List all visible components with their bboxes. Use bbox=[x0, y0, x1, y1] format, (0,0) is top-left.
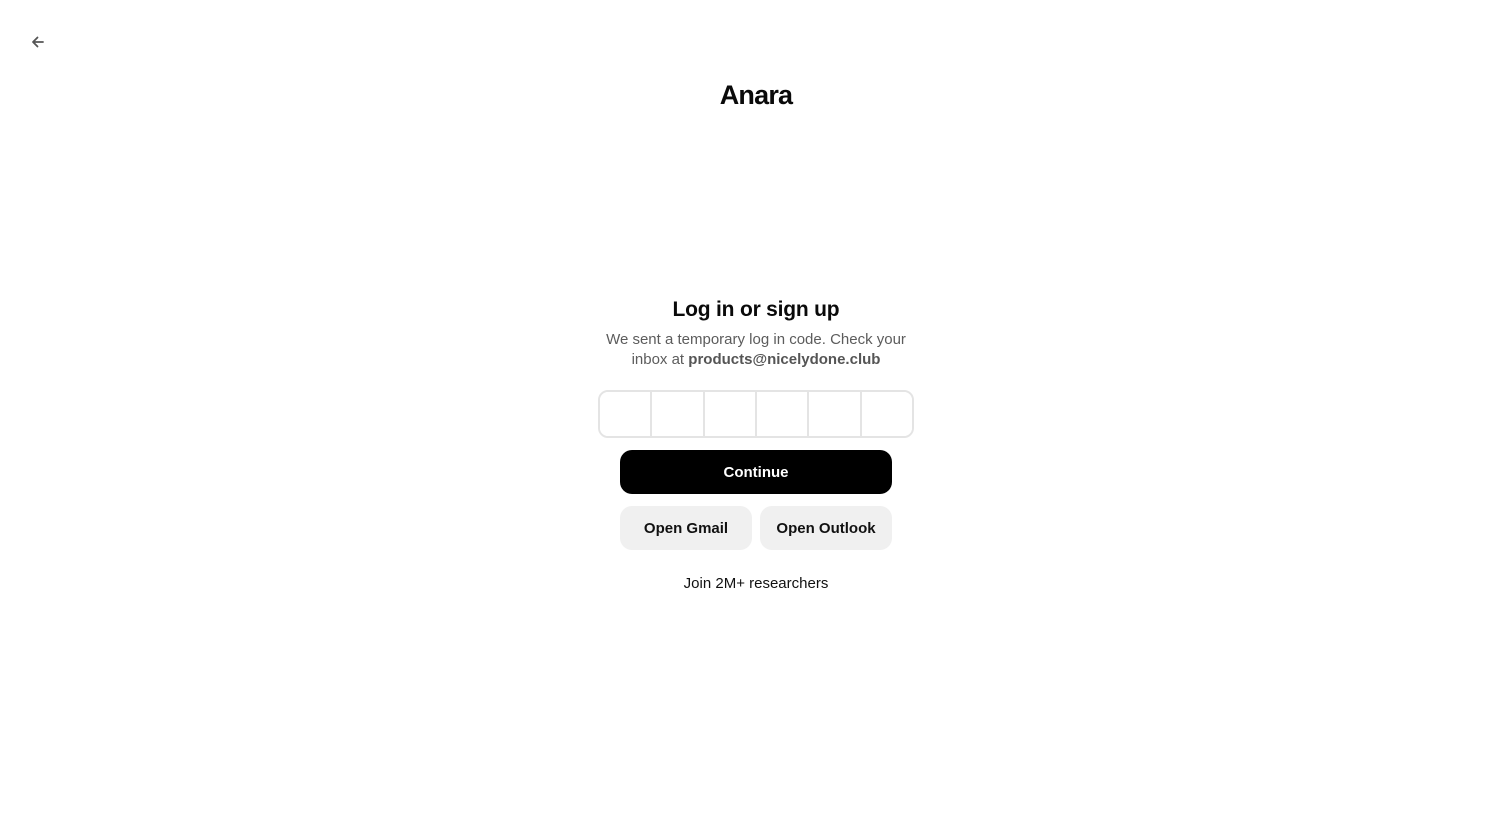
auth-subtitle: We sent a temporary log in code. Check y… bbox=[606, 330, 906, 370]
code-digit-2[interactable] bbox=[652, 392, 705, 436]
mail-shortcuts: Open Gmail Open Outlook bbox=[620, 506, 892, 550]
code-digit-6[interactable] bbox=[861, 392, 912, 436]
continue-button[interactable]: Continue bbox=[620, 450, 892, 494]
open-gmail-button[interactable]: Open Gmail bbox=[620, 506, 752, 550]
code-digit-3[interactable] bbox=[704, 392, 757, 436]
verification-code-input bbox=[598, 390, 914, 438]
email-address: products@nicelydone.club bbox=[688, 351, 881, 368]
brand-logo: Anara bbox=[719, 80, 793, 110]
code-digit-4[interactable] bbox=[756, 392, 810, 436]
code-digit-5[interactable] bbox=[809, 392, 862, 436]
auth-card: Log in or sign up We sent a temporary lo… bbox=[0, 296, 1512, 594]
join-researchers-text: Join 2M+ researchers bbox=[683, 575, 829, 592]
code-digit-1[interactable] bbox=[600, 392, 653, 436]
arrow-left-icon bbox=[32, 36, 44, 48]
open-outlook-button[interactable]: Open Outlook bbox=[760, 506, 892, 550]
login-page: Anara Log in or sign up We sent a tempor… bbox=[0, 0, 1512, 814]
back-button[interactable] bbox=[26, 30, 50, 54]
page-title: Log in or sign up bbox=[672, 298, 840, 321]
